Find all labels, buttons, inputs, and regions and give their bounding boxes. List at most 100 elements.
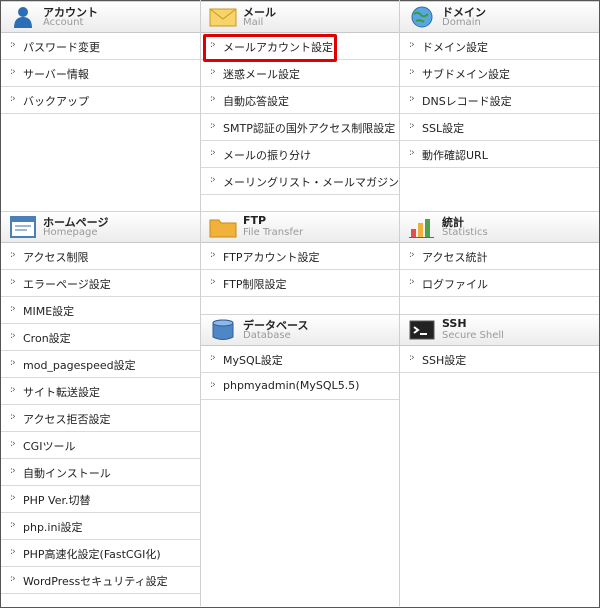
menu-item-ftp-1[interactable]: :› FTP制限設定 bbox=[201, 270, 399, 297]
arrow-bullet-icon: :› bbox=[409, 353, 415, 363]
menu-item-label: php.ini設定 bbox=[23, 521, 83, 534]
menu-item-mail-1[interactable]: :› 迷惑メール設定 bbox=[201, 60, 399, 87]
menu-item-label: FTP制限設定 bbox=[223, 278, 287, 291]
menu-item-homepage-5[interactable]: :› サイト転送設定 bbox=[1, 378, 200, 405]
menu-item-label: サーバー情報 bbox=[23, 68, 89, 81]
menu-item-label: CGIツール bbox=[23, 440, 76, 453]
section-header-mail: メール Mail bbox=[201, 1, 399, 33]
menu-item-ftp-0[interactable]: :› FTPアカウント設定 bbox=[201, 243, 399, 270]
menu-item-label: 自動インストール bbox=[23, 467, 111, 480]
menu-item-statistics-0[interactable]: :› アクセス統計 bbox=[400, 243, 599, 270]
arrow-bullet-icon: :› bbox=[210, 353, 216, 363]
menu-item-mail-2[interactable]: :› 自動応答設定 bbox=[201, 87, 399, 114]
terminal-icon bbox=[408, 318, 436, 342]
arrow-bullet-icon: :› bbox=[10, 385, 16, 395]
menu-item-database-0[interactable]: :› MySQL設定 bbox=[201, 346, 399, 373]
menu-item-mail-3[interactable]: :› SMTP認証の国外アクセス制限設定 bbox=[201, 114, 399, 141]
menu-item-account-0[interactable]: :› パスワード変更 bbox=[1, 33, 200, 60]
arrow-bullet-icon: :› bbox=[10, 67, 16, 77]
menu-item-label: DNSレコード設定 bbox=[422, 95, 512, 108]
arrow-bullet-icon: :› bbox=[10, 358, 16, 368]
arrow-bullet-icon: :› bbox=[210, 250, 216, 260]
arrow-bullet-icon: :› bbox=[409, 121, 415, 131]
section-subtitle: Mail bbox=[243, 17, 264, 28]
arrow-bullet-icon: :› bbox=[10, 439, 16, 449]
menu-item-label: FTPアカウント設定 bbox=[223, 251, 320, 264]
menu-item-homepage-8[interactable]: :› 自動インストール bbox=[1, 459, 200, 486]
section-subtitle: Homepage bbox=[43, 227, 98, 238]
bar-chart-icon bbox=[408, 215, 436, 239]
menu-item-homepage-10[interactable]: :› php.ini設定 bbox=[1, 513, 200, 540]
section-account: アカウント Account:› パスワード変更:› サーバー情報:› バックアップ bbox=[1, 1, 200, 114]
section-header-database: データベース Database bbox=[201, 314, 399, 346]
menu-item-homepage-0[interactable]: :› アクセス制限 bbox=[1, 243, 200, 270]
arrow-bullet-icon: :› bbox=[10, 331, 16, 341]
menu-item-label: PHP高速化設定(FastCGI化) bbox=[23, 548, 161, 561]
arrow-bullet-icon: :› bbox=[10, 94, 16, 104]
section-database: データベース Database :› MySQL設定 :› phpmyadmin(MySQ… bbox=[201, 314, 399, 400]
menu-item-domain-3[interactable]: :› SSL設定 bbox=[400, 114, 599, 141]
section-header-domain: ドメイン Domain bbox=[400, 1, 599, 33]
menu-item-homepage-9[interactable]: :› PHP Ver.切替 bbox=[1, 486, 200, 513]
section-statistics: 統計 Statistics :› アクセス統計 :› ログファイル bbox=[400, 211, 599, 297]
arrow-bullet-icon: :› bbox=[409, 94, 415, 104]
menu-item-database-1[interactable]: :› phpmyadmin(MySQL5.5) bbox=[201, 373, 399, 400]
arrow-bullet-icon: :› bbox=[10, 466, 16, 476]
arrow-bullet-icon: :› bbox=[409, 67, 415, 77]
section-header-homepage: ホームページ Homepage bbox=[1, 211, 200, 243]
arrow-bullet-icon: :› bbox=[10, 250, 16, 260]
arrow-bullet-icon: :› bbox=[210, 94, 216, 104]
section-subtitle: Domain bbox=[442, 17, 481, 28]
menu-item-homepage-12[interactable]: :› WordPressセキュリティ設定 bbox=[1, 567, 200, 594]
menu-item-homepage-11[interactable]: :› PHP高速化設定(FastCGI化) bbox=[1, 540, 200, 567]
menu-item-label: SSH設定 bbox=[422, 354, 467, 367]
menu-item-statistics-1[interactable]: :› ログファイル bbox=[400, 270, 599, 297]
menu-item-label: ログファイル bbox=[422, 278, 488, 291]
menu-item-homepage-2[interactable]: :› MIME設定 bbox=[1, 297, 200, 324]
arrow-bullet-icon: :› bbox=[409, 250, 415, 260]
menu-item-label: サブドメイン設定 bbox=[422, 68, 510, 81]
arrow-bullet-icon: :› bbox=[10, 412, 16, 422]
menu-item-label: バックアップ bbox=[23, 95, 89, 108]
section-header-ftp: FTP File Transfer bbox=[201, 211, 399, 243]
menu-item-domain-1[interactable]: :› サブドメイン設定 bbox=[400, 60, 599, 87]
menu-item-homepage-3[interactable]: :› Cron設定 bbox=[1, 324, 200, 351]
menu-item-domain-4[interactable]: :› 動作確認URL bbox=[400, 141, 599, 168]
menu-item-ssh-0[interactable]: :› SSH設定 bbox=[400, 346, 599, 373]
menu-item-label: SSL設定 bbox=[422, 122, 465, 135]
menu-item-homepage-1[interactable]: :› エラーページ設定 bbox=[1, 270, 200, 297]
menu-item-label: WordPressセキュリティ設定 bbox=[23, 575, 168, 588]
menu-item-homepage-7[interactable]: :› CGIツール bbox=[1, 432, 200, 459]
arrow-bullet-icon: :› bbox=[10, 40, 16, 50]
database-icon bbox=[209, 318, 237, 342]
section-subtitle: File Transfer bbox=[243, 227, 304, 238]
menu-item-mail-4[interactable]: :› メールの振り分け bbox=[201, 141, 399, 168]
arrow-bullet-icon: :› bbox=[409, 277, 415, 287]
menu-item-label: アクセス統計 bbox=[422, 251, 488, 264]
menu-item-homepage-6[interactable]: :› アクセス拒否設定 bbox=[1, 405, 200, 432]
menu-item-label: サイト転送設定 bbox=[23, 386, 100, 399]
menu-item-account-1[interactable]: :› サーバー情報 bbox=[1, 60, 200, 87]
menu-item-mail-5[interactable]: :› メーリングリスト・メールマガジン bbox=[201, 168, 399, 195]
section-ssh: SSH Secure Shell :› SSH設定 bbox=[400, 314, 599, 373]
menu-item-label: アクセス拒否設定 bbox=[23, 413, 111, 426]
menu-item-label: ドメイン設定 bbox=[422, 41, 488, 54]
menu-item-domain-2[interactable]: :› DNSレコード設定 bbox=[400, 87, 599, 114]
arrow-bullet-icon: :› bbox=[10, 574, 16, 584]
section-domain: ドメイン Domain:› ドメイン設定:› サブドメイン設定:› DNSレコード設定:… bbox=[400, 1, 599, 168]
menu-item-label: Cron設定 bbox=[23, 332, 71, 345]
menu-item-domain-0[interactable]: :› ドメイン設定 bbox=[400, 33, 599, 60]
section-header-ssh: SSH Secure Shell bbox=[400, 314, 599, 346]
arrow-bullet-icon: :› bbox=[10, 277, 16, 287]
person-icon bbox=[9, 5, 37, 29]
menu-item-label: SMTP認証の国外アクセス制限設定 bbox=[223, 122, 396, 135]
menu-item-homepage-4[interactable]: :› mod_pagespeed設定 bbox=[1, 351, 200, 378]
menu-item-label: MySQL設定 bbox=[223, 354, 283, 367]
section-subtitle: Database bbox=[243, 330, 291, 341]
menu-item-label: PHP Ver.切替 bbox=[23, 494, 91, 507]
section-header-statistics: 統計 Statistics bbox=[400, 211, 599, 243]
menu-item-account-2[interactable]: :› バックアップ bbox=[1, 87, 200, 114]
menu-item-label: 迷惑メール設定 bbox=[223, 68, 300, 81]
section-title: SSH bbox=[442, 317, 467, 330]
globe-icon bbox=[408, 5, 436, 29]
